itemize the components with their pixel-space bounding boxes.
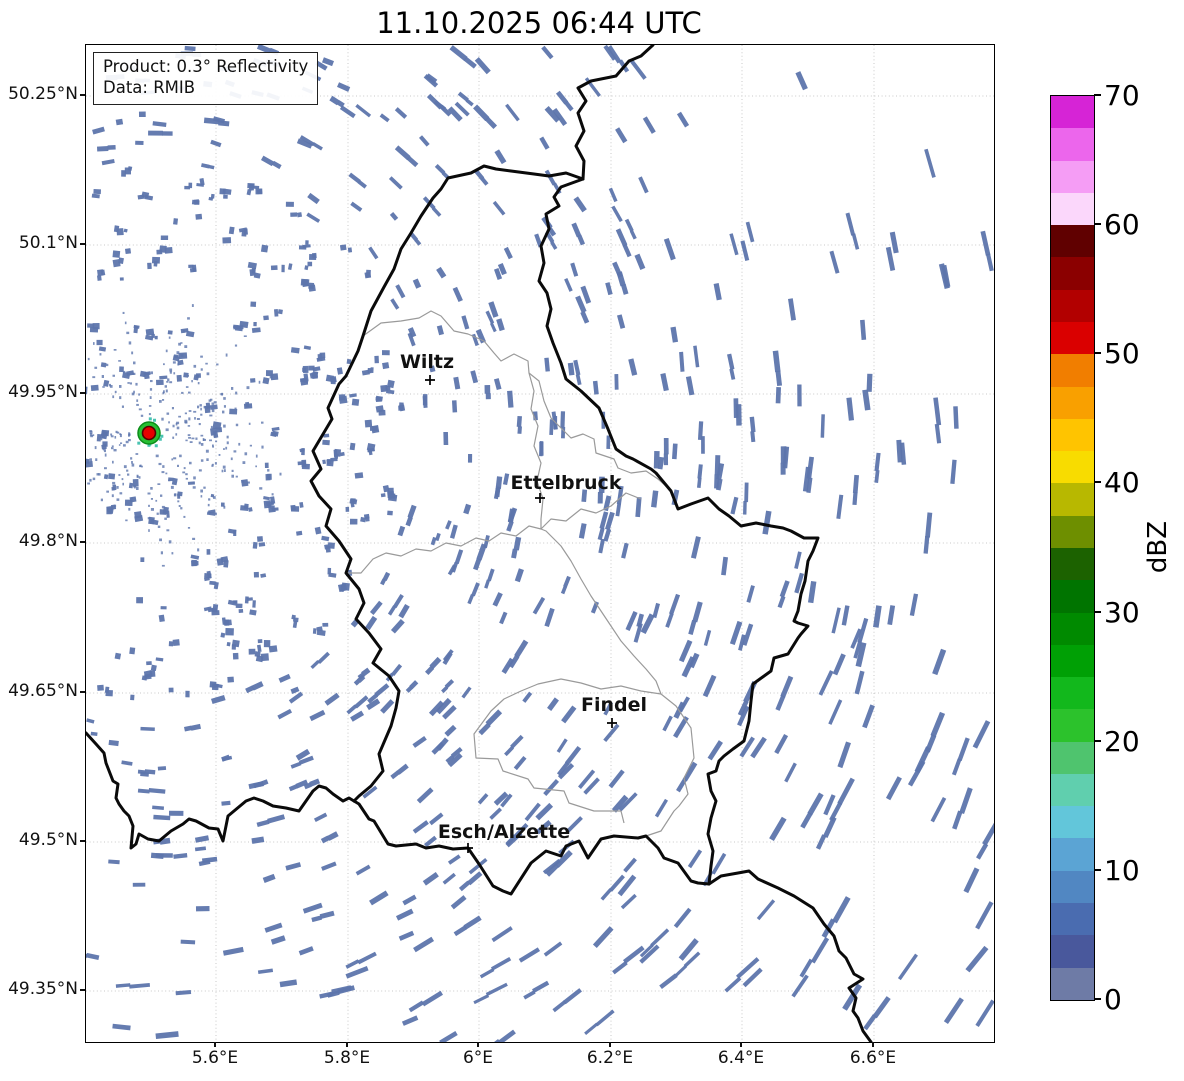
city-name: Findel: [581, 694, 647, 716]
colorbar-axis-label: dBZ: [1143, 520, 1173, 574]
colorbar-segment: [1051, 580, 1094, 613]
colorbar-segment: [1051, 225, 1094, 258]
colorbar-tick-label: 0: [1104, 983, 1122, 1016]
lon-tick-mark: [346, 1042, 348, 1047]
lon-tick-mark: [477, 1042, 479, 1047]
colorbar-tick-mark: [1094, 223, 1101, 226]
colorbar-tick-mark: [1094, 868, 1101, 871]
city-name: Esch/Alzette: [438, 821, 570, 843]
colorbar-segment: [1051, 838, 1094, 871]
lon-tick-mark: [740, 1042, 742, 1047]
lat-tick-label: 49.5°N: [18, 830, 78, 850]
data-source-label: Data: RMIB: [103, 78, 196, 98]
radar-figure: 11.10.2025 06:44 UTC Wiltz Ettelbruck Find…: [0, 0, 1184, 1081]
lat-tick-label: 49.8°N: [18, 531, 78, 551]
colorbar-segment: [1051, 709, 1094, 742]
lon-tick-label: 6.2°E: [586, 1048, 634, 1068]
lon-tick-label: 5.8°E: [323, 1048, 371, 1068]
colorbar-tick-mark: [1094, 352, 1101, 355]
colorbar-segment: [1051, 644, 1094, 678]
colorbar-segment: [1051, 677, 1094, 710]
colorbar-segment: [1051, 160, 1094, 193]
lon-tick-mark: [609, 1042, 611, 1047]
lat-tick-mark: [80, 840, 85, 842]
product-label: Product: 0.3° Reflectivity: [103, 57, 309, 76]
city-name: Ettelbruck: [511, 472, 622, 494]
lat-tick-mark: [80, 392, 85, 394]
colorbar-tick-label: 60: [1104, 208, 1140, 242]
lon-tick-label: 6.6°E: [849, 1048, 897, 1068]
colorbar-segment: [1051, 418, 1094, 452]
colorbar-tick-label: 20: [1104, 724, 1140, 758]
colorbar-segment: [1051, 773, 1094, 807]
lat-tick-mark: [80, 243, 85, 245]
lon-tick-label: 5.6°E: [191, 1048, 239, 1068]
radar-site-marker: [137, 417, 164, 448]
colorbar-tick-mark: [1094, 610, 1101, 613]
colorbar-segment: [1051, 451, 1094, 484]
lat-tick-label: 49.65°N: [8, 681, 78, 701]
colorbar-tick-label: 50: [1104, 337, 1140, 371]
colorbar-segment: [1051, 870, 1094, 904]
lon-tick-label: 6°E: [462, 1048, 494, 1068]
lat-tick-label: 50.1°N: [18, 233, 78, 253]
colorbar-tick-label: 10: [1104, 853, 1140, 887]
colorbar-segment: [1051, 321, 1094, 355]
lon-tick-label: 6.4°E: [717, 1048, 765, 1068]
lat-tick-label: 49.95°N: [8, 382, 78, 402]
colorbar-tick-label: 70: [1104, 79, 1140, 112]
lon-tick-mark: [872, 1042, 874, 1047]
lat-tick-mark: [80, 691, 85, 693]
colorbar-segment: [1051, 547, 1094, 581]
colorbar-tick-mark: [1094, 739, 1101, 742]
colorbar-segment: [1051, 967, 1094, 1000]
colorbar: [1050, 95, 1095, 1001]
lat-tick-label: 50.25°N: [8, 84, 78, 104]
colorbar-segment: [1051, 806, 1094, 839]
colorbar-segment: [1051, 935, 1094, 968]
figure-title: 11.10.2025 06:44 UTC: [376, 6, 702, 40]
lat-tick-mark: [80, 94, 85, 96]
colorbar-segment: [1051, 289, 1094, 322]
colorbar-segment: [1051, 257, 1094, 290]
grid-lines: [86, 45, 994, 1042]
colorbar-segment: [1051, 354, 1094, 387]
lat-tick-mark: [80, 989, 85, 991]
colorbar-segment: [1051, 192, 1094, 226]
product-info-box: Product: 0.3° Reflectivity Data: RMIB: [93, 52, 319, 105]
colorbar-tick-label: 30: [1104, 595, 1140, 629]
colorbar-tick-mark: [1094, 94, 1101, 96]
colorbar-tick-label: 40: [1104, 466, 1140, 500]
map-canvas: Wiltz Ettelbruck Findel Esch/Alzette: [86, 45, 994, 1042]
colorbar-segment: [1051, 903, 1094, 936]
colorbar-segment: [1051, 128, 1094, 161]
city-marker: [425, 375, 435, 385]
colorbar-segment: [1051, 96, 1094, 129]
city-name: Wiltz: [400, 351, 454, 373]
lon-tick-mark: [214, 1042, 216, 1047]
colorbar-tick-mark: [1094, 998, 1101, 1000]
colorbar-segment: [1051, 483, 1094, 516]
lat-tick-mark: [80, 541, 85, 543]
lat-tick-label: 49.35°N: [8, 979, 78, 999]
colorbar-segment: [1051, 386, 1094, 419]
colorbar-segment: [1051, 741, 1094, 774]
map-plot: Wiltz Ettelbruck Findel Esch/Alzette Produc…: [85, 44, 995, 1043]
city-marker: [535, 493, 545, 503]
colorbar-segment: [1051, 515, 1094, 548]
colorbar-segment: [1051, 612, 1094, 645]
colorbar-tick-mark: [1094, 481, 1101, 484]
